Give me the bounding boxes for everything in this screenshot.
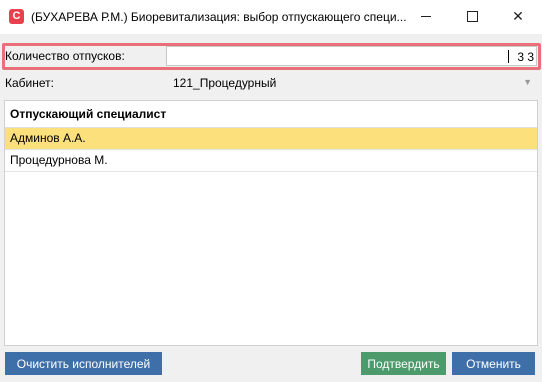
maximize-button[interactable] [449, 0, 495, 33]
minimize-button[interactable] [403, 0, 449, 33]
clear-executors-button[interactable]: Очистить исполнителей [5, 352, 162, 375]
chevron-down-icon[interactable]: ▼ [523, 77, 532, 87]
minimize-icon [421, 16, 431, 17]
quantity-value: 3 [517, 50, 524, 64]
text-caret [508, 50, 509, 63]
confirm-button[interactable]: Подтвердить [361, 352, 446, 375]
cabinet-select[interactable]: 121_Процедурный ▼ [166, 73, 537, 93]
quantity-label: Количество отпусков: [5, 49, 125, 63]
title-bar: C (БУХАРЕВА Р.М.) Биоревитализация: выбо… [0, 0, 542, 34]
quantity-spin-value: 3 [527, 50, 534, 64]
window-title: (БУХАРЕВА Р.М.) Биоревитализация: выбор … [31, 10, 407, 24]
cancel-button[interactable]: Отменить [452, 352, 535, 375]
quantity-row: Количество отпусков: 3 3 [4, 46, 537, 66]
table-row[interactable]: Админов А.А. [5, 128, 537, 150]
quantity-input[interactable]: 3 3 [166, 46, 537, 66]
grid-header: Отпускающий специалист [5, 101, 537, 128]
maximize-icon [466, 11, 478, 22]
cabinet-value: 121_Процедурный [173, 76, 277, 90]
app-logo-icon: C [9, 9, 24, 24]
cabinet-row: Кабинет: 121_Процедурный ▼ [4, 73, 537, 93]
close-icon: ✕ [512, 8, 524, 24]
cabinet-label: Кабинет: [5, 76, 54, 90]
specialist-grid: Отпускающий специалист Админов А.А. Проц… [4, 100, 538, 346]
close-button[interactable]: ✕ [495, 0, 541, 33]
table-row[interactable]: Процедурнова М. [5, 150, 537, 172]
